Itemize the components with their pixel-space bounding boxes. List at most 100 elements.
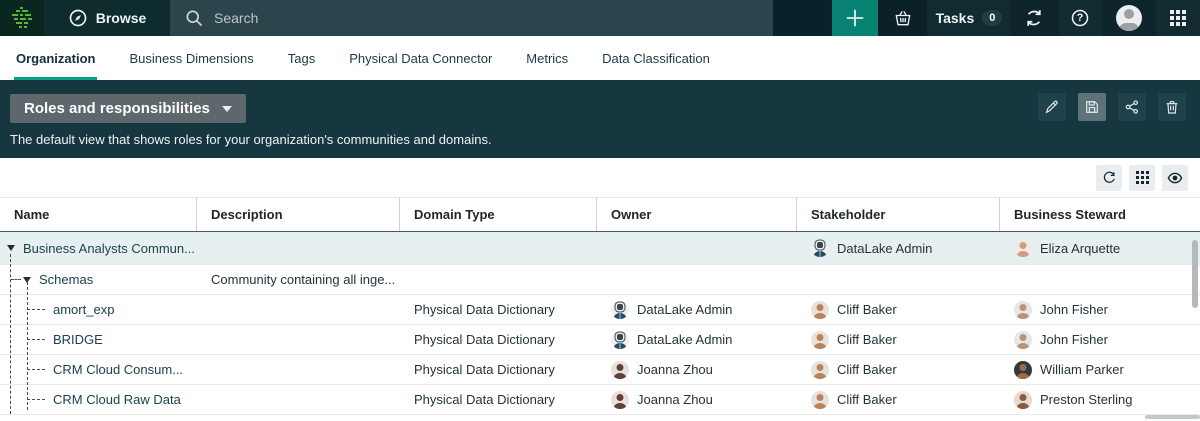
tasks-button[interactable]: Tasks 0 [927, 0, 1011, 36]
app-logo[interactable] [0, 0, 44, 36]
data-basket-button[interactable] [878, 0, 927, 36]
column-header-business-steward[interactable]: Business Steward [1000, 198, 1200, 231]
help-button[interactable]: ? [1058, 0, 1102, 36]
column-settings-button[interactable] [1129, 165, 1155, 191]
user-menu-button[interactable] [1102, 0, 1156, 36]
user-chip[interactable]: Preston Sterling [1014, 391, 1200, 409]
user-name: DataLake Admin [637, 302, 732, 317]
user-chip[interactable]: Cliff Baker [811, 361, 1000, 379]
row-domain-type: Physical Data Dictionary [400, 362, 597, 377]
collapse-caret-icon[interactable] [7, 245, 15, 251]
user-avatar [1116, 5, 1142, 31]
avatar [1014, 331, 1032, 349]
tree-dash [27, 399, 45, 400]
user-chip[interactable]: DataLake Admin [611, 301, 797, 319]
delete-view-button[interactable] [1158, 93, 1186, 121]
trash-icon [1164, 99, 1180, 115]
column-header-domain-type[interactable]: Domain Type [400, 198, 597, 231]
column-header-owner[interactable]: Owner [597, 198, 797, 231]
user-chip[interactable]: DataLake Admin [811, 239, 1000, 257]
user-chip[interactable]: DataLake Admin [611, 331, 797, 349]
tab-tags[interactable]: Tags [288, 36, 315, 80]
save-view-button[interactable] [1078, 93, 1106, 121]
table-toolbar [0, 158, 1200, 198]
row-name[interactable]: Business Analysts Commun... [23, 241, 195, 256]
row-stakeholder: Cliff Baker [797, 301, 1000, 319]
tab-physical-data-connector[interactable]: Physical Data Connector [349, 36, 492, 80]
column-header-description[interactable]: Description [197, 198, 400, 231]
table-row[interactable]: Schemas Community containing all inge... [0, 265, 1200, 295]
row-business-steward: William Parker [1000, 361, 1200, 379]
row-domain-type: Physical Data Dictionary [400, 332, 597, 347]
column-header-stakeholder[interactable]: Stakeholder [797, 198, 1000, 231]
search-input[interactable] [214, 10, 759, 26]
user-chip[interactable]: John Fisher [1014, 301, 1200, 319]
table-header: Name Description Domain Type Owner Stake… [0, 198, 1200, 232]
share-view-button[interactable] [1118, 93, 1146, 121]
tab-label: Physical Data Connector [349, 51, 492, 66]
global-search[interactable] [170, 0, 773, 36]
avatar [611, 301, 629, 319]
avatar [811, 391, 829, 409]
topbar-spacer [773, 0, 832, 36]
row-stakeholder: Cliff Baker [797, 391, 1000, 409]
browse-button[interactable]: Browse [44, 0, 170, 36]
apps-menu-button[interactable] [1156, 0, 1200, 36]
avatar [611, 361, 629, 379]
sync-icon [1024, 8, 1044, 28]
section-tabs: Organization Business Dimensions Tags Ph… [0, 36, 1200, 80]
visibility-button[interactable] [1162, 165, 1188, 191]
edit-view-button[interactable] [1038, 93, 1066, 121]
vertical-scrollbar-thumb[interactable] [1192, 240, 1198, 308]
user-chip[interactable]: Cliff Baker [811, 391, 1000, 409]
plus-icon [844, 7, 866, 29]
row-name[interactable]: CRM Cloud Consum... [53, 362, 183, 377]
avatar [611, 391, 629, 409]
user-chip[interactable]: William Parker [1014, 361, 1200, 379]
user-chip[interactable]: Cliff Baker [811, 331, 1000, 349]
tab-business-dimensions[interactable]: Business Dimensions [129, 36, 253, 80]
table-row[interactable]: CRM Cloud Consum... Physical Data Dictio… [0, 355, 1200, 385]
user-chip[interactable]: Joanna Zhou [611, 361, 797, 379]
table-row[interactable]: amort_exp Physical Data Dictionary DataL… [0, 295, 1200, 325]
tab-organization[interactable]: Organization [16, 36, 95, 80]
row-business-steward: Preston Sterling [1000, 391, 1200, 409]
compass-icon [68, 8, 88, 28]
horizontal-scrollbar-thumb[interactable] [1145, 415, 1200, 419]
refresh-button[interactable] [1096, 165, 1122, 191]
row-owner: DataLake Admin [597, 301, 797, 319]
avatar [811, 301, 829, 319]
row-name[interactable]: BRIDGE [53, 332, 103, 347]
tab-data-classification[interactable]: Data Classification [602, 36, 710, 80]
table-body: Business Analysts Commun... DataLake Adm… [0, 232, 1200, 420]
create-button[interactable] [832, 0, 878, 36]
user-chip[interactable]: Cliff Baker [811, 301, 1000, 319]
user-chip[interactable]: Joanna Zhou [611, 391, 797, 409]
row-owner: DataLake Admin [597, 331, 797, 349]
row-stakeholder: Cliff Baker [797, 331, 1000, 349]
tab-metrics[interactable]: Metrics [526, 36, 568, 80]
table-row[interactable]: Business Analysts Commun... DataLake Adm… [0, 232, 1200, 265]
row-name[interactable]: CRM Cloud Raw Data [53, 392, 181, 407]
table-row[interactable]: BRIDGE Physical Data Dictionary DataLake… [0, 325, 1200, 355]
row-business-steward: John Fisher [1000, 331, 1200, 349]
tab-label: Tags [288, 51, 315, 66]
column-header-name[interactable]: Name [0, 198, 197, 231]
user-chip[interactable]: Eliza Arquette [1014, 239, 1200, 257]
brand-logo-icon [10, 6, 34, 30]
avatar [811, 239, 829, 257]
tree-guide-line [10, 254, 11, 414]
top-navigation-bar: Browse Tasks 0 [0, 0, 1200, 36]
row-name[interactable]: Schemas [39, 272, 93, 287]
row-domain-type: Physical Data Dictionary [400, 392, 597, 407]
tasks-label: Tasks [936, 10, 975, 26]
user-chip[interactable]: John Fisher [1014, 331, 1200, 349]
view-selector-button[interactable]: Roles and responsibilities [10, 94, 246, 123]
table-row[interactable]: CRM Cloud Raw Data Physical Data Diction… [0, 385, 1200, 415]
user-name: John Fisher [1040, 302, 1108, 317]
tree-dash [27, 339, 45, 340]
chevron-down-icon [222, 106, 232, 112]
sync-button[interactable] [1011, 0, 1058, 36]
row-stakeholder: Cliff Baker [797, 361, 1000, 379]
row-name[interactable]: amort_exp [53, 302, 114, 317]
